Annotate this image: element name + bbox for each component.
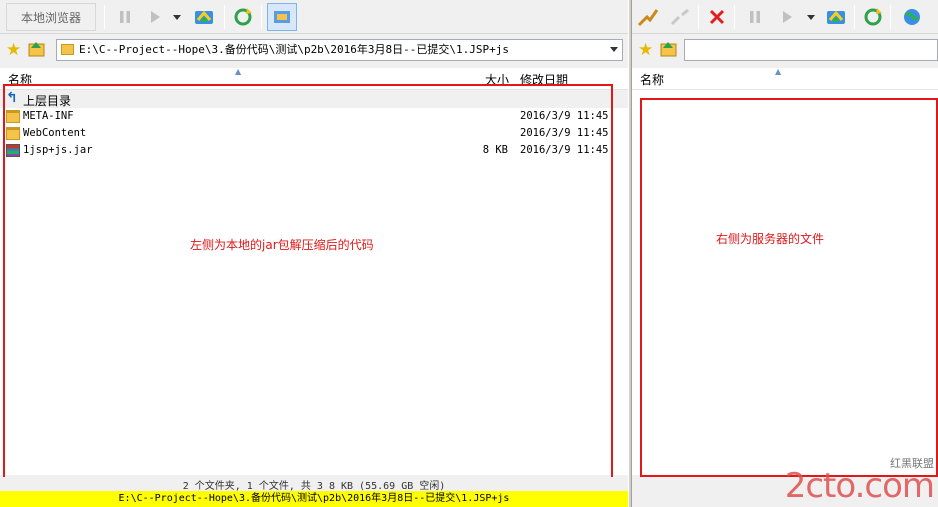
local-pane: 本地浏览器 ★ E:\C--Project--Hope\3.备份代码\测试\p2… bbox=[0, 0, 628, 507]
toolbar-separator bbox=[734, 5, 735, 29]
up-folder-icon[interactable] bbox=[660, 41, 678, 60]
pause-icon[interactable] bbox=[742, 3, 768, 31]
local-path-input[interactable]: E:\C--Project--Hope\3.备份代码\测试\p2b\2016年3… bbox=[56, 39, 623, 61]
play-icon[interactable] bbox=[142, 3, 168, 31]
toolbar-separator bbox=[890, 5, 891, 29]
toolbar-separator bbox=[224, 5, 225, 29]
local-toolbar: 本地浏览器 bbox=[0, 0, 628, 34]
dropdown-icon[interactable] bbox=[804, 3, 818, 31]
annotation-box-local bbox=[3, 84, 613, 482]
local-browser-button[interactable]: 本地浏览器 bbox=[6, 3, 96, 31]
sort-ascending-icon: ▲ bbox=[235, 67, 242, 76]
toolbar-separator bbox=[698, 5, 699, 29]
connect-icon[interactable] bbox=[634, 3, 662, 31]
status-bar: 2 个文件夹, 1 个文件, 共 3 8 KB (55.69 GB 空闲) bbox=[0, 477, 628, 492]
remote-toolbar bbox=[632, 0, 938, 34]
remote-pane: ★ ▲ 名称 右侧为服务器的文件 红黑联盟 2cto.com bbox=[632, 0, 938, 507]
remote-path-input[interactable] bbox=[684, 39, 938, 61]
annotation-text-local: 左侧为本地的jar包解压缩后的代码 bbox=[190, 238, 374, 252]
favorite-star-icon[interactable]: ★ bbox=[6, 40, 21, 60]
favorite-star-icon[interactable]: ★ bbox=[638, 40, 653, 60]
dropdown-icon[interactable] bbox=[170, 3, 184, 31]
sort-ascending-icon: ▲ bbox=[775, 67, 782, 76]
remote-column-header: ▲ 名称 bbox=[632, 67, 938, 90]
play-icon[interactable] bbox=[774, 3, 800, 31]
pause-icon[interactable] bbox=[112, 3, 138, 31]
transfer-icon[interactable] bbox=[822, 3, 850, 31]
watermark: 红黑联盟 2cto.com bbox=[784, 455, 935, 506]
watermark-logo: 2cto.com bbox=[784, 466, 935, 506]
folder-icon bbox=[61, 44, 74, 55]
toolbar-separator bbox=[104, 5, 105, 29]
local-view-icon[interactable] bbox=[267, 3, 297, 31]
chevron-down-icon[interactable] bbox=[610, 47, 618, 52]
annotation-text-remote: 右侧为服务器的文件 bbox=[716, 232, 825, 246]
up-folder-icon[interactable] bbox=[28, 41, 46, 60]
toolbar-separator bbox=[261, 5, 262, 29]
refresh-icon[interactable] bbox=[230, 3, 256, 31]
annotation-box-remote bbox=[640, 98, 938, 477]
local-path-text: E:\C--Project--Hope\3.备份代码\测试\p2b\2016年3… bbox=[79, 43, 510, 56]
transfer-icon[interactable] bbox=[190, 3, 218, 31]
disconnect-icon[interactable] bbox=[666, 3, 694, 31]
remote-address-bar: ★ bbox=[632, 36, 938, 64]
current-path-bar: E:\C--Project--Hope\3.备份代码\测试\p2b\2016年3… bbox=[0, 491, 628, 507]
column-name[interactable]: 名称 bbox=[640, 71, 664, 88]
toolbar-separator bbox=[854, 5, 855, 29]
refresh-icon[interactable] bbox=[860, 3, 886, 31]
local-address-bar: ★ E:\C--Project--Hope\3.备份代码\测试\p2b\2016… bbox=[0, 36, 628, 64]
stop-icon[interactable] bbox=[704, 3, 730, 31]
globe-icon[interactable] bbox=[898, 3, 926, 31]
